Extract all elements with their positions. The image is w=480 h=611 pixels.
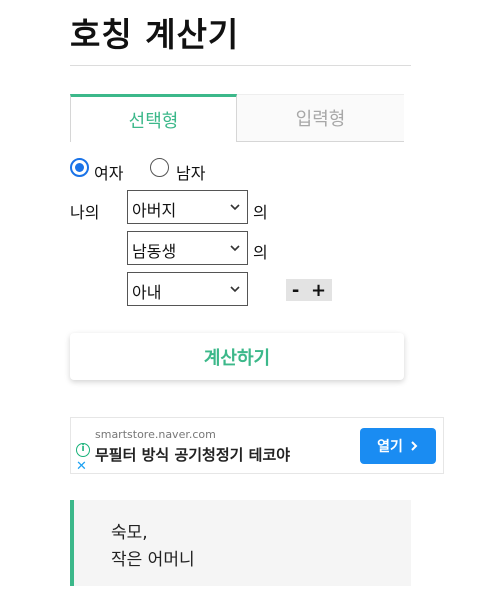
radio-female[interactable] xyxy=(70,158,89,177)
ad-banner[interactable]: i ✕ smartstore.naver.com 무필터 방식 공기청정기 테코… xyxy=(70,417,444,474)
ad-open-button[interactable]: 열기 xyxy=(360,428,436,464)
radio-male-label: 남자 xyxy=(176,164,206,183)
tab-select[interactable]: 선택형 xyxy=(70,94,237,142)
possessive-1: 의 xyxy=(253,203,268,222)
my-label: 나의 xyxy=(70,203,100,222)
ad-headline[interactable]: 무필터 방식 공기청정기 테코야 xyxy=(95,444,290,465)
relation-select-1-value: 아버지 xyxy=(132,201,177,220)
result-line-1: 숙모, xyxy=(111,523,148,543)
remove-relation-button[interactable]: - xyxy=(292,280,299,301)
title-divider xyxy=(70,65,411,66)
chevron-right-icon xyxy=(411,441,418,451)
close-icon[interactable]: ✕ xyxy=(76,459,87,474)
chevron-down-icon xyxy=(230,286,240,293)
ad-domain: smartstore.naver.com xyxy=(95,428,216,441)
radio-male[interactable] xyxy=(150,158,169,177)
chevron-down-icon xyxy=(230,204,240,211)
relation-select-2[interactable]: 남동생 xyxy=(127,231,248,265)
possessive-2: 의 xyxy=(253,243,268,262)
calculate-button[interactable]: 계산하기 xyxy=(70,333,404,380)
chevron-down-icon xyxy=(230,245,240,252)
relation-select-2-value: 남동생 xyxy=(132,242,177,261)
tab-input[interactable]: 입력형 xyxy=(237,94,404,142)
result-line-2: 작은 어머니 xyxy=(111,550,195,570)
relation-stepper: - + xyxy=(286,279,332,301)
radio-female-label: 여자 xyxy=(94,164,124,183)
add-relation-button[interactable]: + xyxy=(311,280,326,301)
ad-open-label: 열기 xyxy=(377,439,403,455)
page-title: 호칭 계산기 xyxy=(70,15,240,54)
info-icon[interactable]: i xyxy=(76,443,90,457)
relation-select-3[interactable]: 아내 xyxy=(127,272,248,306)
relation-select-3-value: 아내 xyxy=(132,283,162,302)
result-box: 숙모, 작은 어머니 xyxy=(70,500,411,586)
relation-select-1[interactable]: 아버지 xyxy=(127,190,248,224)
